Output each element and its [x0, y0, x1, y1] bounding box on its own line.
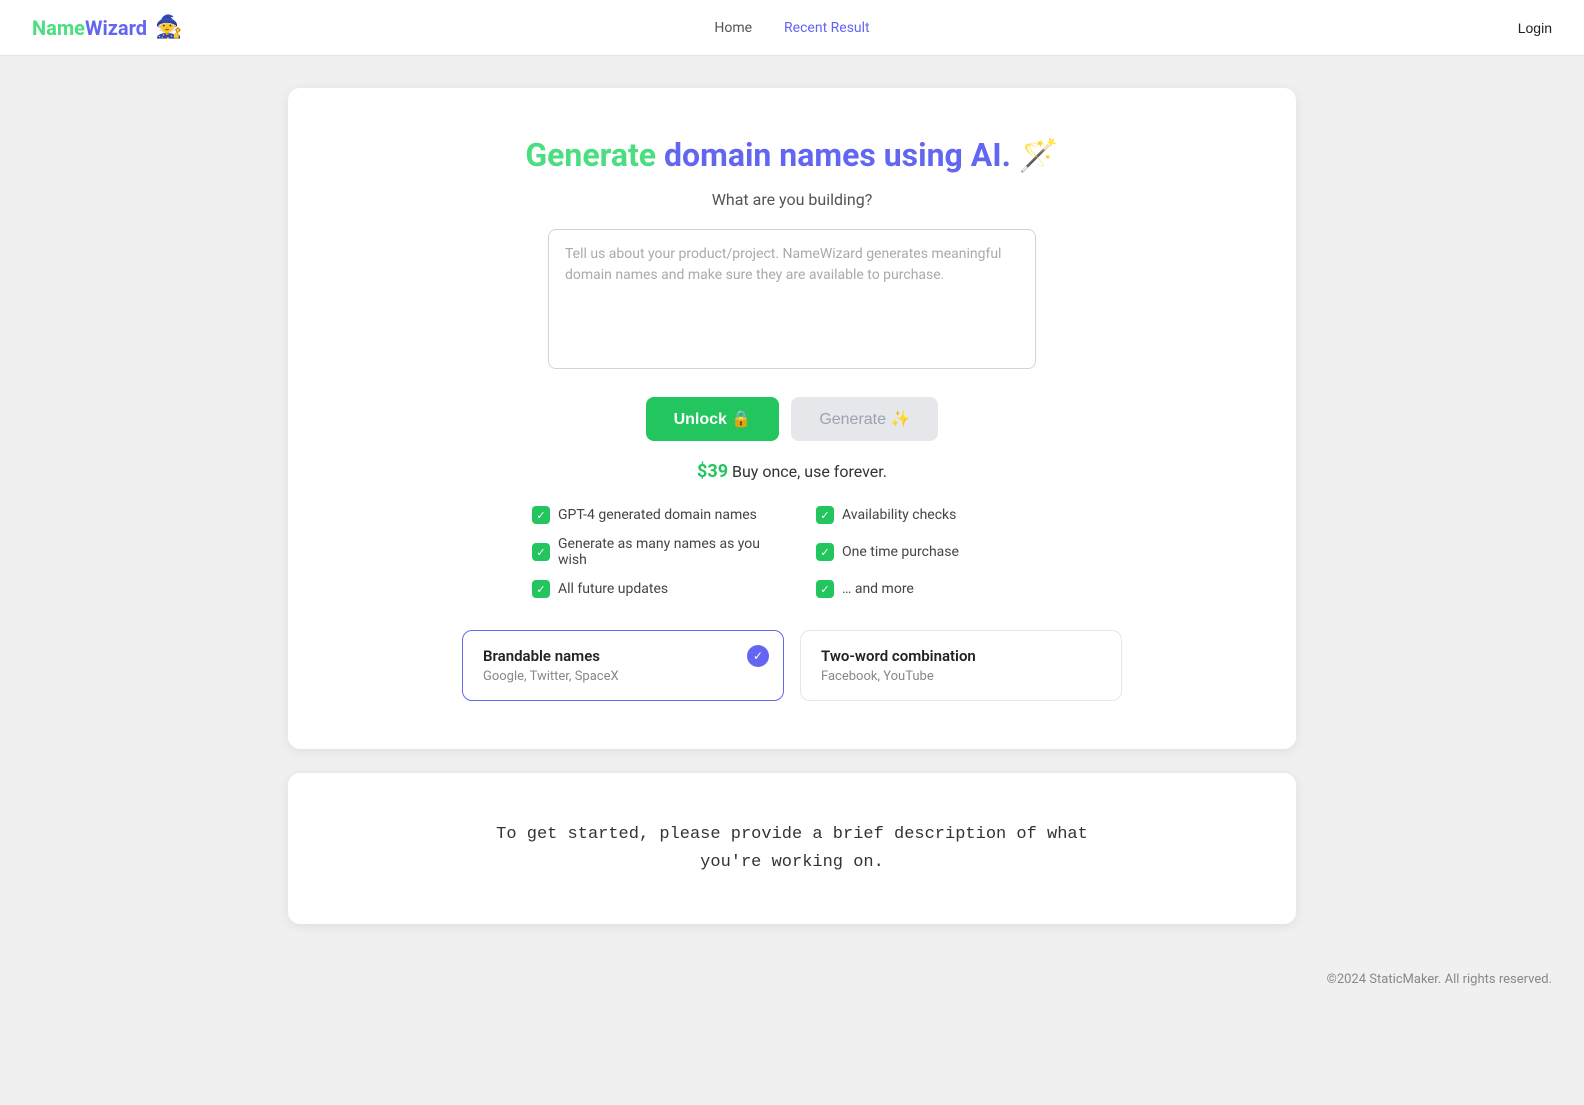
check-icon: ✓: [816, 580, 834, 598]
generate-button[interactable]: Generate ✨: [791, 397, 938, 441]
headline: Generate domain names using AI. 🪄: [328, 136, 1256, 174]
page-body: Generate domain names using AI. 🪄 What a…: [0, 56, 1584, 948]
nav-links: Home Recent Result: [714, 20, 869, 36]
check-icon: ✓: [816, 506, 834, 524]
footer-text: ©2024 StaticMaker. All rights reserved.: [1327, 972, 1552, 987]
price-amount: $39: [697, 461, 728, 482]
feature-updates: ✓ All future updates: [532, 576, 768, 602]
main-card: Generate domain names using AI. 🪄 What a…: [288, 88, 1296, 749]
wizard-icon: 🧙: [155, 15, 182, 40]
check-icon: ✓: [532, 580, 550, 598]
logo: NameWizard 🧙: [32, 15, 182, 40]
logo-name: Name: [32, 16, 85, 40]
buttons-row: Unlock 🔒 Generate ✨: [328, 397, 1256, 441]
navbar: NameWizard 🧙 Home Recent Result Login: [0, 0, 1584, 56]
two-word-title: Two-word combination: [821, 647, 1101, 665]
navbar-right: Login: [1518, 20, 1552, 36]
feature-gpt4: ✓ GPT-4 generated domain names: [532, 502, 768, 528]
footer: ©2024 StaticMaker. All rights reserved.: [0, 948, 1584, 1011]
feature-generate-many: ✓ Generate as many names as you wish: [532, 532, 768, 572]
feature-gpt4-label: GPT-4 generated domain names: [558, 507, 757, 523]
magic-wand-icon: 🪄: [1019, 136, 1059, 174]
feature-more-label: … and more: [842, 581, 914, 597]
bottom-card-text: To get started, please provide a brief d…: [328, 821, 1256, 875]
headline-generate: Generate: [525, 136, 656, 174]
feature-updates-label: All future updates: [558, 581, 668, 597]
selected-check-icon: ✓: [747, 645, 769, 667]
feature-one-time: ✓ One time purchase: [816, 532, 1052, 572]
features-grid: ✓ GPT-4 generated domain names ✓ Availab…: [532, 502, 1052, 602]
feature-one-time-label: One time purchase: [842, 544, 959, 560]
name-types-row: Brandable names Google, Twitter, SpaceX …: [462, 630, 1122, 701]
two-word-subtitle: Facebook, YouTube: [821, 669, 1101, 684]
nav-home-link[interactable]: Home: [714, 20, 752, 36]
check-icon: ✓: [816, 543, 834, 561]
check-icon: ✓: [532, 506, 550, 524]
name-type-brandable[interactable]: Brandable names Google, Twitter, SpaceX …: [462, 630, 784, 701]
bottom-card: To get started, please provide a brief d…: [288, 773, 1296, 923]
brandable-subtitle: Google, Twitter, SpaceX: [483, 669, 763, 684]
bottom-line1: To get started, please provide a brief d…: [496, 825, 1088, 844]
name-type-two-word[interactable]: Two-word combination Facebook, YouTube: [800, 630, 1122, 701]
headline-rest: domain names using AI.: [656, 136, 1011, 174]
textarea-wrapper: [548, 229, 1036, 373]
unlock-button[interactable]: Unlock 🔒: [646, 397, 780, 441]
feature-generate-many-label: Generate as many names as you wish: [558, 536, 768, 568]
nav-recent-link[interactable]: Recent Result: [784, 20, 870, 36]
price-row: $39 Buy once, use forever.: [328, 461, 1256, 482]
feature-more: ✓ … and more: [816, 576, 1052, 602]
check-icon: ✓: [532, 543, 550, 561]
login-button[interactable]: Login: [1518, 20, 1552, 36]
bottom-line2: you're working on.: [700, 853, 884, 872]
feature-availability: ✓ Availability checks: [816, 502, 1052, 528]
brandable-title: Brandable names: [483, 647, 763, 665]
logo-wizard: Wizard: [85, 16, 147, 40]
feature-availability-label: Availability checks: [842, 507, 956, 523]
price-text: Buy once, use forever.: [728, 462, 887, 481]
subtitle: What are you building?: [328, 190, 1256, 209]
project-description-input[interactable]: [548, 229, 1036, 369]
